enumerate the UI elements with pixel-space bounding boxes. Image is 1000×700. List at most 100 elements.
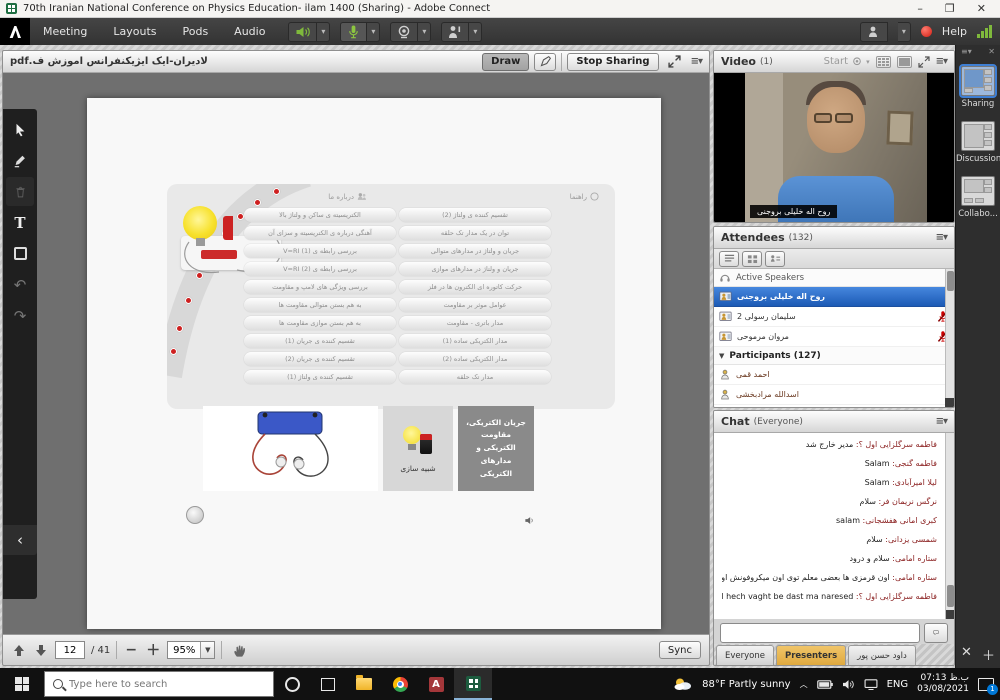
webcam-dropdown[interactable]: ▾ (418, 22, 431, 42)
topic-pill[interactable]: حرکت کاتوره ای الکترون ها در فلز (399, 280, 551, 294)
video-pod-menu-icon[interactable]: ≡▾ (936, 56, 947, 67)
volume-icon[interactable] (842, 679, 855, 690)
attendees-scrollbar[interactable] (945, 269, 954, 407)
topic-pill[interactable]: بررسی رابطه ی V=RI (1) (244, 244, 396, 258)
topic-pill[interactable]: بررسی رابطه ی V=RI (2) (244, 262, 396, 276)
adobe-connect-taskbar-button[interactable] (454, 668, 492, 700)
tray-expand-icon[interactable]: ︿ (800, 679, 808, 690)
topic-pill[interactable]: جریان و ولتاژ در مدارهای متوالی (399, 244, 551, 258)
attendee-row[interactable]: مروان مرموحی (714, 327, 954, 347)
raise-hand-dropdown[interactable]: ▾ (469, 22, 482, 42)
attendees-pod-menu-icon[interactable]: ≡▾ (936, 232, 947, 243)
topic-pill[interactable]: جریان و ولتاژ در مدارهای موازی (399, 262, 551, 276)
guide-link[interactable]: راهنما (570, 192, 599, 201)
chat-tab-presenters[interactable]: Presenters (776, 645, 846, 665)
pointer-tool-button[interactable] (534, 53, 556, 71)
simulation-panel[interactable]: شبیه سازی (383, 406, 453, 491)
menu-audio[interactable]: Audio (221, 18, 278, 45)
raise-hand-button[interactable] (441, 22, 469, 42)
menu-pods[interactable]: Pods (169, 18, 221, 45)
chat-scrollbar[interactable] (945, 433, 954, 619)
toolbar-collapse-button[interactable]: ‹ (3, 525, 37, 555)
start-webcam-button[interactable]: Start ▾ (824, 56, 870, 68)
chat-tab-everyone[interactable]: Everyone (716, 645, 774, 665)
topic-pill[interactable]: مدار الکتریکی ساده (2) (399, 352, 551, 366)
file-explorer-button[interactable] (346, 668, 382, 700)
grid-view-button[interactable] (897, 56, 912, 68)
clock[interactable]: 07:13 ب.ظ 03/08/2021 (917, 673, 969, 695)
text-tool[interactable]: T (6, 208, 34, 237)
shape-tool[interactable] (6, 239, 34, 268)
attendee-row[interactable]: سلیمان رسولی 2 (714, 307, 954, 327)
chrome-button[interactable] (382, 668, 418, 700)
task-view-button[interactable] (310, 668, 346, 700)
topic-pill[interactable]: عوامل موثر بر مقاومت (399, 298, 551, 312)
fullscreen-button[interactable] (664, 53, 686, 71)
slide-audio-icon[interactable] (524, 515, 535, 526)
layout-collaboration-thumbnail[interactable] (961, 176, 995, 206)
layout-bar-menu-icon[interactable]: ≡▾ (961, 47, 972, 56)
zoom-level-select[interactable]: 95% ▼ (167, 641, 215, 659)
taskbar-search[interactable] (44, 671, 274, 697)
help-menu[interactable]: Help (942, 25, 967, 38)
participants-header[interactable]: ▼ Participants (127) (714, 347, 954, 365)
access-button[interactable]: A (418, 668, 454, 700)
menu-layouts[interactable]: Layouts (100, 18, 169, 45)
previous-page-button[interactable] (11, 642, 27, 658)
maximize-button[interactable]: ❐ (945, 2, 955, 15)
language-indicator[interactable]: ENG (887, 679, 909, 690)
chat-send-button[interactable] (924, 623, 948, 643)
attendee-grid-view-button[interactable] (742, 251, 762, 267)
speaker-button[interactable] (288, 22, 317, 42)
minimize-button[interactable]: – (917, 2, 923, 15)
pan-tool-button[interactable] (228, 642, 250, 658)
topic-pill[interactable]: آهنگی درباره ی الکتریسیته و سزای آن (244, 226, 396, 240)
zoom-in-button[interactable]: ＋ (145, 640, 161, 660)
presenter-status-dropdown[interactable]: ▾ (898, 22, 911, 42)
redo-button[interactable]: ↷ (6, 301, 34, 330)
action-center-icon[interactable]: 1 (978, 678, 994, 691)
layout-bar-close-icon[interactable]: ✕ (988, 47, 995, 56)
manage-layouts-icon[interactable]: ✕ (961, 645, 972, 664)
speaker-dropdown[interactable]: ▾ (317, 22, 330, 42)
close-button[interactable]: ✕ (977, 2, 986, 15)
microphone-button[interactable] (340, 22, 367, 42)
topic-pill[interactable]: تقسیم کننده ی ولتاژ (1) (244, 370, 396, 384)
film-strip-view-button[interactable] (876, 56, 891, 68)
next-page-button[interactable] (33, 642, 49, 658)
selection-tool[interactable] (6, 115, 34, 144)
page-number-input[interactable] (55, 641, 85, 659)
attendee-row[interactable]: روح اله خلیلی بروجنی (714, 287, 954, 307)
topic-pill[interactable]: تقسیم کننده ی جریان (2) (244, 352, 396, 366)
zoom-out-button[interactable]: − (123, 642, 139, 658)
attendee-row[interactable]: احمد قمی (714, 365, 954, 385)
sync-button[interactable]: Sync (659, 641, 701, 659)
topic-pill[interactable]: مدار الکتریکی ساده (1) (399, 334, 551, 348)
topic-pill[interactable]: به هم بستن موازی مقاومت ها (244, 316, 396, 330)
chat-input[interactable] (720, 623, 920, 643)
share-pod-menu-icon[interactable]: ≡▾ (691, 56, 702, 67)
topic-pill[interactable]: توان در یک مدار تک حلقه (399, 226, 551, 240)
search-input[interactable] (69, 679, 239, 690)
topic-pill[interactable]: الکتریسیته ی ساکن و ولتاژ بالا (244, 208, 396, 222)
start-button[interactable] (0, 668, 44, 700)
attendee-row[interactable]: اسدالله مرادبخشی (714, 385, 954, 405)
stop-sharing-button[interactable]: Stop Sharing (567, 53, 658, 71)
topic-pill[interactable]: تقسیم کننده ی ولتاژ (2) (399, 208, 551, 222)
weather-text[interactable]: 88°F Partly sunny (702, 679, 790, 690)
menu-meeting[interactable]: Meeting (30, 18, 100, 45)
about-link[interactable]: درباره ما (328, 192, 367, 201)
topic-pill[interactable]: بررسی ویژگی های لامپ و مقاومت (244, 280, 396, 294)
topic-pill[interactable]: مدار تک حلقه (399, 370, 551, 384)
attendee-status-view-button[interactable] (765, 251, 785, 267)
network-icon[interactable] (864, 679, 878, 690)
add-layout-icon[interactable]: ＋ (982, 645, 995, 664)
battery-icon[interactable] (817, 680, 833, 689)
layout-sharing-thumbnail[interactable] (961, 66, 995, 96)
undo-button[interactable]: ↶ (6, 270, 34, 299)
marker-tool[interactable] (6, 146, 34, 175)
chat-tab-private[interactable]: داود حسن پور (848, 645, 916, 665)
delete-annotation-tool[interactable] (6, 177, 34, 206)
video-fullscreen-icon[interactable] (918, 56, 930, 68)
chat-pod-menu-icon[interactable]: ≡▾ (936, 416, 947, 427)
